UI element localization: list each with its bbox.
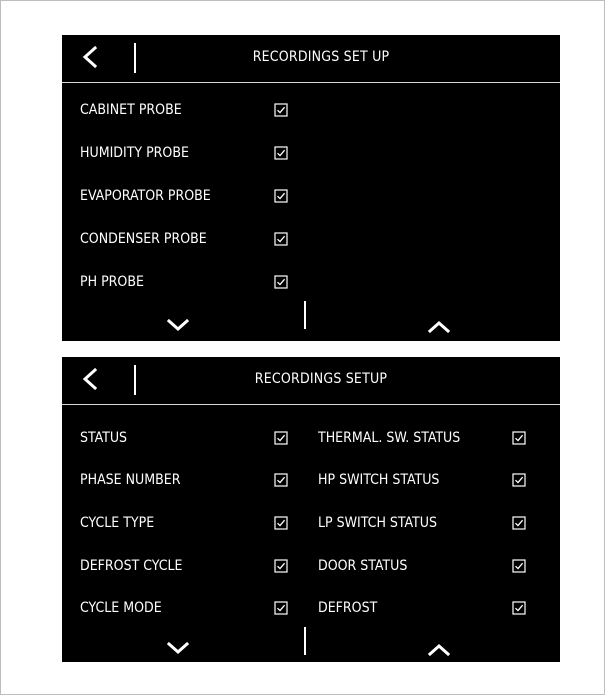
- checkbox-cabinet-probe[interactable]: [274, 103, 288, 117]
- chevron-up-icon: [427, 320, 451, 334]
- checkbox-checked-icon: [274, 601, 288, 615]
- probe-label: HUMIDITY PROBE: [80, 145, 189, 161]
- checkbox-checked-icon: [512, 516, 526, 530]
- checkbox-defrost-cycle[interactable]: [274, 559, 288, 573]
- status-label: THERMAL. SW. STATUS: [318, 430, 461, 446]
- probe-label: CONDENSER PROBE: [80, 231, 207, 247]
- chevron-down-icon: [166, 641, 190, 655]
- status-label: DEFROST CYCLE: [80, 558, 183, 574]
- header: RECORDINGS SET UP: [62, 35, 560, 83]
- checkbox-checked-icon: [512, 431, 526, 445]
- status-label: CYCLE MODE: [80, 600, 162, 616]
- recordings-setup-screen-1: RECORDINGS SET UP CABINET PROBE HUMIDITY…: [62, 35, 560, 341]
- status-label: PHASE NUMBER: [80, 472, 181, 488]
- status-label: LP SWITCH STATUS: [318, 515, 437, 531]
- checkbox-door-status[interactable]: [512, 559, 526, 573]
- checkbox-checked-icon: [274, 232, 288, 246]
- checkbox-checked-icon: [274, 146, 288, 160]
- checkbox-checked-icon: [274, 516, 288, 530]
- scroll-down-button[interactable]: [165, 640, 191, 656]
- scroll-up-button[interactable]: [426, 642, 452, 658]
- checkbox-cycle-mode[interactable]: [274, 601, 288, 615]
- recordings-setup-screen-2: RECORDINGS SETUP STATUS PHASE NUMBER CYC…: [62, 357, 560, 662]
- checkbox-defrost[interactable]: [512, 601, 526, 615]
- figure-frame: RECORDINGS SET UP CABINET PROBE HUMIDITY…: [0, 0, 605, 695]
- checkbox-thermal-sw-status[interactable]: [512, 431, 526, 445]
- footer-divider: [304, 627, 306, 655]
- checkbox-cycle-type[interactable]: [274, 516, 288, 530]
- checkbox-checked-icon: [274, 473, 288, 487]
- status-label: DOOR STATUS: [318, 558, 408, 574]
- checkbox-hp-switch-status[interactable]: [512, 473, 526, 487]
- checkbox-checked-icon: [274, 559, 288, 573]
- checkbox-evaporator-probe[interactable]: [274, 189, 288, 203]
- scroll-up-button[interactable]: [426, 319, 452, 335]
- probe-label: CABINET PROBE: [80, 102, 182, 118]
- header-rule: [62, 404, 560, 405]
- checkbox-phase-number[interactable]: [274, 473, 288, 487]
- checkbox-humidity-probe[interactable]: [274, 146, 288, 160]
- status-label: STATUS: [80, 430, 128, 446]
- checkbox-checked-icon: [274, 275, 288, 289]
- page-title: RECORDINGS SETUP: [254, 371, 388, 387]
- checkbox-checked-icon: [274, 431, 288, 445]
- footer-divider: [304, 301, 306, 329]
- status-label: CYCLE TYPE: [80, 515, 155, 531]
- header-rule: [62, 82, 560, 83]
- chevron-up-icon: [427, 643, 451, 657]
- checkbox-ph-probe[interactable]: [274, 275, 288, 289]
- checkbox-lp-switch-status[interactable]: [512, 516, 526, 530]
- checkbox-checked-icon: [274, 189, 288, 203]
- checkbox-checked-icon: [512, 559, 526, 573]
- page-title: RECORDINGS SET UP: [252, 49, 390, 65]
- checkbox-checked-icon: [512, 601, 526, 615]
- header: RECORDINGS SETUP: [62, 357, 560, 405]
- probe-label: EVAPORATOR PROBE: [80, 188, 211, 204]
- status-label: DEFROST: [318, 600, 378, 616]
- checkbox-status[interactable]: [274, 431, 288, 445]
- scroll-down-button[interactable]: [165, 317, 191, 333]
- checkbox-checked-icon: [274, 103, 288, 117]
- probe-label: PH PROBE: [80, 274, 144, 290]
- checkbox-checked-icon: [512, 473, 526, 487]
- chevron-down-icon: [166, 318, 190, 332]
- status-label: HP SWITCH STATUS: [318, 472, 440, 488]
- checkbox-condenser-probe[interactable]: [274, 232, 288, 246]
